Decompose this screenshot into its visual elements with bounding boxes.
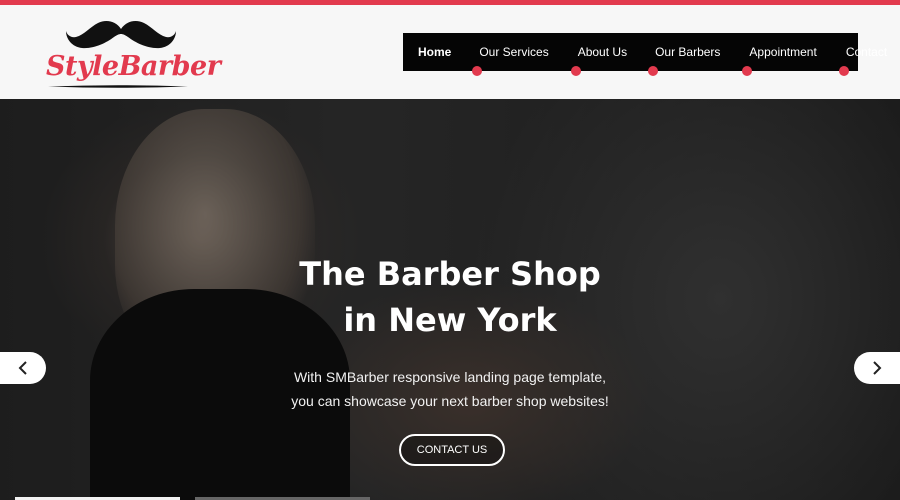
mustache-icon xyxy=(66,21,176,49)
logo-wordmark: StyleBarber xyxy=(46,51,221,82)
hero-title: The Barber Shop xyxy=(299,255,601,293)
nav-item-appointment[interactable]: Appointment xyxy=(742,33,817,76)
slider-prev-button[interactable] xyxy=(0,352,46,384)
nav-dot-decoration xyxy=(472,66,483,76)
nav-item-about-us[interactable]: About Us xyxy=(570,33,628,76)
hero-subtitle: in New York xyxy=(343,301,557,339)
chevron-left-icon xyxy=(18,361,27,375)
nav-home-label: Home xyxy=(418,45,452,59)
logo-underline xyxy=(48,85,188,88)
site-logo[interactable]: StyleBarber xyxy=(40,19,221,91)
site-header: StyleBarber Home Our Services About Us O… xyxy=(0,5,900,99)
slider-next-button[interactable] xyxy=(854,352,900,384)
contact-us-label: CONTACT US xyxy=(416,444,488,456)
nav-contact-label: Contact xyxy=(845,45,888,59)
nav-about-label: About Us xyxy=(577,45,628,59)
hero-description-line-2: you can showcase your next barber shop w… xyxy=(291,393,609,409)
nav-barbers-label: Our Barbers xyxy=(655,45,721,59)
nav-appointment-label: Appointment xyxy=(749,45,817,59)
nav-dot-decoration xyxy=(742,66,753,76)
hero-slider: The Barber Shop in New York With SMBarbe… xyxy=(0,99,900,500)
chevron-right-icon xyxy=(873,361,882,375)
nav-item-our-barbers[interactable]: Our Barbers xyxy=(648,33,721,76)
contact-us-button[interactable]: CONTACT US xyxy=(399,434,505,466)
hero-description: With SMBarber responsive landing page te… xyxy=(0,365,900,413)
nav-services-label: Our Services xyxy=(479,45,549,59)
nav-item-contact[interactable]: Contact xyxy=(838,33,888,76)
nav-item-our-services[interactable]: Our Services xyxy=(472,33,549,76)
nav-dot-decoration xyxy=(648,66,659,76)
hero-description-line-1: With SMBarber responsive landing page te… xyxy=(293,369,607,385)
nav-dot-decoration xyxy=(838,66,849,76)
nav-dot-decoration xyxy=(570,66,581,76)
main-navigation: Home Our Services About Us Our Barbers A… xyxy=(403,33,887,76)
nav-item-home[interactable]: Home xyxy=(418,33,451,71)
